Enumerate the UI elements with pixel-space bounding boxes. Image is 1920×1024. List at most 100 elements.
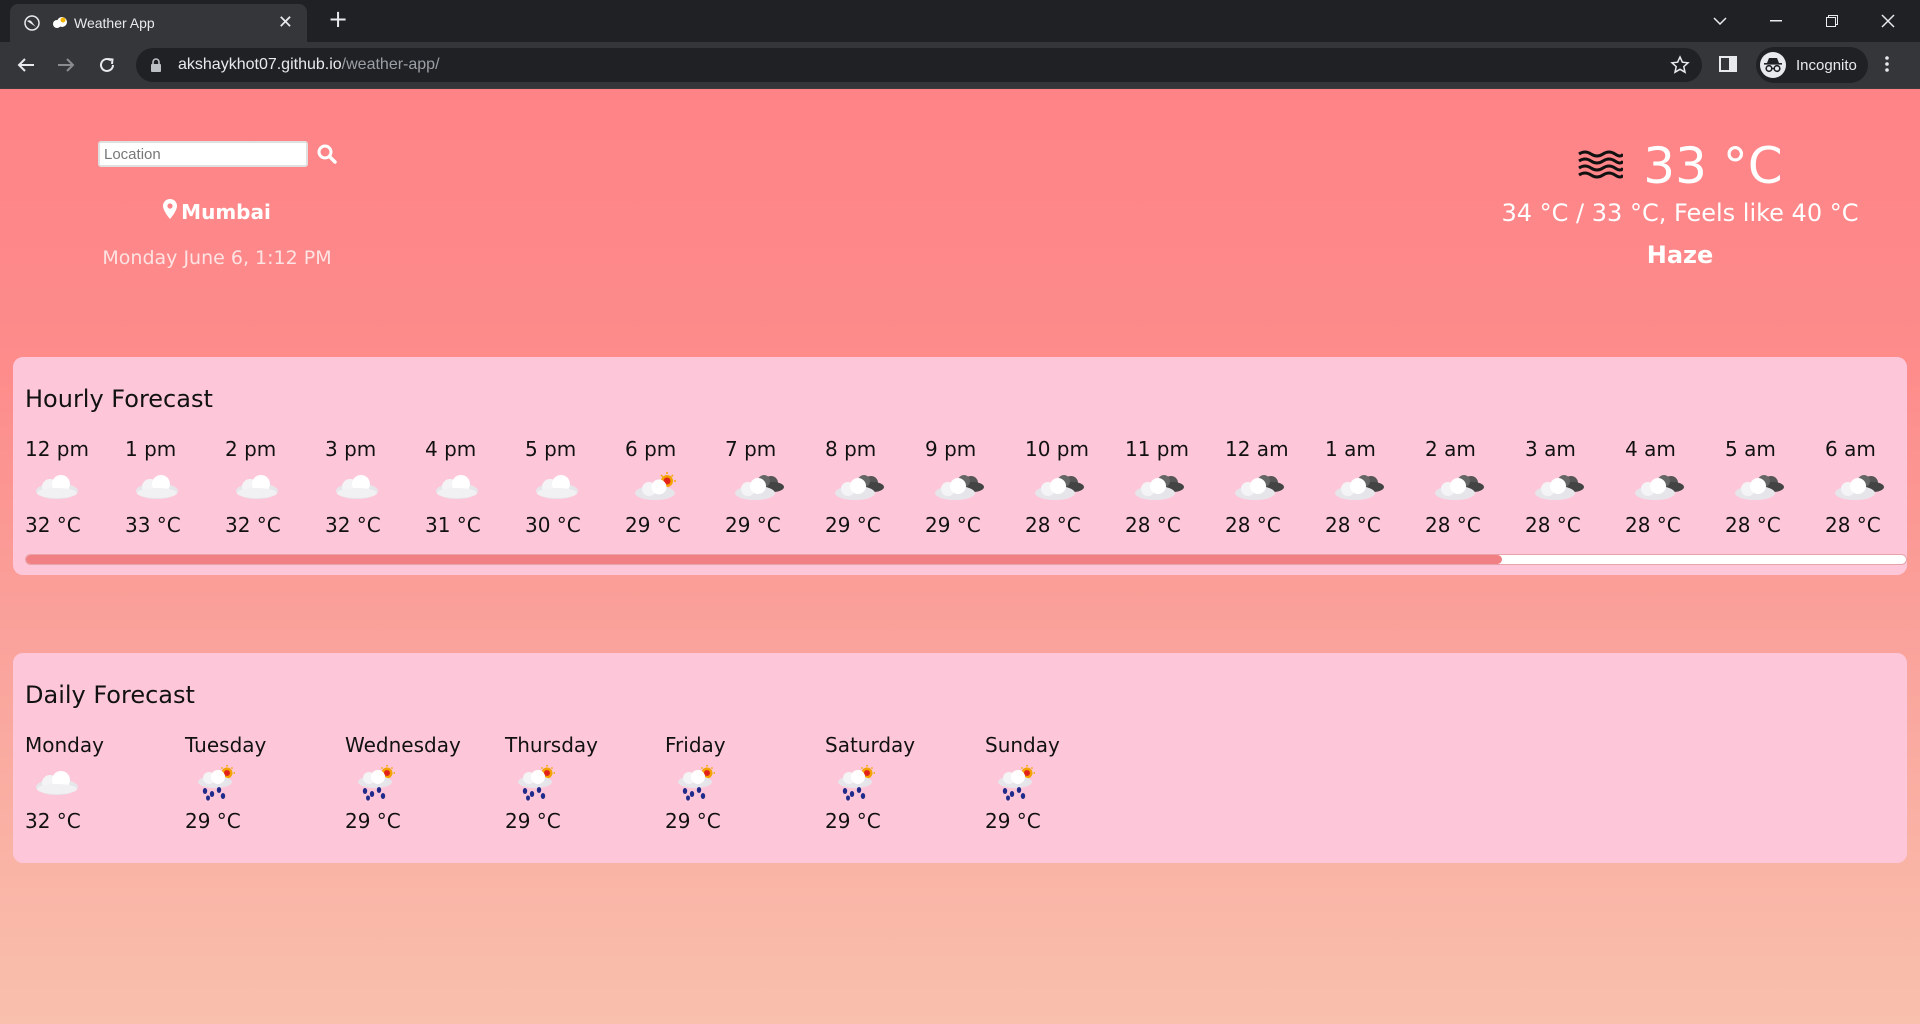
hourly-item: 2 am 28 °C bbox=[1425, 437, 1525, 537]
hourly-item-label: 11 pm bbox=[1125, 437, 1189, 461]
hourly-item-temperature: 29 °C bbox=[725, 513, 781, 537]
bookmark-star-icon[interactable] bbox=[1670, 55, 1690, 79]
back-arrow-icon[interactable] bbox=[14, 53, 38, 77]
hourly-forecast-title: Hourly Forecast bbox=[25, 385, 213, 413]
incognito-profile-button[interactable]: Incognito bbox=[1756, 47, 1868, 83]
daily-item-label: Thursday bbox=[505, 733, 598, 757]
hourly-item-label: 1 pm bbox=[125, 437, 177, 461]
rain-sun-icon bbox=[353, 757, 505, 809]
hourly-item: 4 am 28 °C bbox=[1625, 437, 1725, 537]
hourly-item-label: 12 am bbox=[1225, 437, 1289, 461]
cloud-icon bbox=[333, 461, 425, 513]
scrollbar-thumb[interactable] bbox=[26, 555, 1502, 564]
globe-icon bbox=[24, 15, 40, 31]
hourly-item-label: 5 pm bbox=[525, 437, 577, 461]
daily-forecast-panel: Daily Forecast Monday 32 °C Tuesday 29 °C We… bbox=[13, 653, 1907, 863]
hourly-item-label: 4 am bbox=[1625, 437, 1676, 461]
daily-item-label: Tuesday bbox=[185, 733, 267, 757]
reload-icon[interactable] bbox=[95, 53, 119, 77]
restore-button[interactable] bbox=[1804, 0, 1860, 42]
url-text: akshaykhot07.github.io/weather-app/ bbox=[178, 56, 440, 73]
hourly-scrollbar[interactable] bbox=[25, 554, 1907, 565]
daily-item: Monday 32 °C bbox=[25, 733, 185, 833]
minimize-button[interactable] bbox=[1748, 0, 1804, 42]
hourly-item: 8 pm 29 °C bbox=[825, 437, 925, 537]
dark-cloud-icon bbox=[1533, 461, 1625, 513]
hourly-item-temperature: 28 °C bbox=[1425, 513, 1481, 537]
hourly-item: 7 pm 29 °C bbox=[725, 437, 825, 537]
dark-cloud-icon bbox=[733, 461, 825, 513]
cloud-icon bbox=[533, 461, 625, 513]
hourly-item-temperature: 32 °C bbox=[25, 513, 81, 537]
dark-cloud-icon bbox=[1833, 461, 1920, 513]
hourly-item-temperature: 28 °C bbox=[1525, 513, 1581, 537]
hourly-item-label: 8 pm bbox=[825, 437, 877, 461]
hourly-item: 1 am 28 °C bbox=[1325, 437, 1425, 537]
hourly-item-label: 6 pm bbox=[625, 437, 677, 461]
hourly-item: 5 pm 30 °C bbox=[525, 437, 625, 537]
incognito-icon bbox=[1760, 52, 1786, 78]
dark-cloud-icon bbox=[933, 461, 1025, 513]
map-pin-icon bbox=[163, 199, 178, 224]
close-window-button[interactable] bbox=[1860, 0, 1916, 42]
daily-item: Sunday 29 °C bbox=[985, 733, 1145, 833]
dark-cloud-icon bbox=[833, 461, 925, 513]
hourly-item-temperature: 30 °C bbox=[525, 513, 581, 537]
hourly-item: 6 pm 29 °C bbox=[625, 437, 725, 537]
forward-arrow-icon[interactable] bbox=[54, 53, 78, 77]
dark-cloud-icon bbox=[1133, 461, 1225, 513]
hourly-item-label: 3 am bbox=[1525, 437, 1576, 461]
daily-item: Wednesday 29 °C bbox=[345, 733, 505, 833]
hourly-item: 12 pm 32 °C bbox=[25, 437, 125, 537]
hourly-item-temperature: 28 °C bbox=[1825, 513, 1881, 537]
hourly-item-label: 10 pm bbox=[1025, 437, 1089, 461]
rain-sun-icon bbox=[833, 757, 985, 809]
dark-cloud-icon bbox=[1233, 461, 1325, 513]
hourly-list: 12 pm 32 °C 1 pm 33 °C 2 pm 32 °C 3 pm 32 °C 4 p… bbox=[25, 437, 1920, 537]
browser-menu-icon[interactable] bbox=[1884, 54, 1890, 78]
daily-item: Tuesday 29 °C bbox=[185, 733, 345, 833]
hourly-item-temperature: 32 °C bbox=[325, 513, 381, 537]
haze-icon bbox=[1577, 148, 1625, 184]
hourly-item: 4 pm 31 °C bbox=[425, 437, 525, 537]
hourly-item: 9 pm 29 °C bbox=[925, 437, 1025, 537]
lock-icon[interactable] bbox=[150, 58, 164, 72]
tab-search-icon[interactable] bbox=[1692, 0, 1748, 42]
side-panel-icon[interactable] bbox=[1718, 54, 1738, 78]
dark-cloud-icon bbox=[1733, 461, 1825, 513]
rain-sun-icon bbox=[993, 757, 1145, 809]
new-tab-button[interactable]: + bbox=[326, 7, 350, 32]
hourly-item-label: 9 pm bbox=[925, 437, 977, 461]
tab-title: Weather App bbox=[74, 15, 155, 31]
hourly-item-label: 12 pm bbox=[25, 437, 89, 461]
daily-item-label: Sunday bbox=[985, 733, 1060, 757]
temperature-range: 34 °C / 33 °C, Feels like 40 °C bbox=[1501, 199, 1859, 227]
dark-cloud-icon bbox=[1433, 461, 1525, 513]
hourly-item-label: 7 pm bbox=[725, 437, 777, 461]
hourly-item-temperature: 32 °C bbox=[225, 513, 281, 537]
location-search-input[interactable] bbox=[98, 141, 308, 167]
browser-toolbar: akshaykhot07.github.io/weather-app/ Inco… bbox=[0, 42, 1920, 89]
hourly-forecast-panel: Hourly Forecast 12 pm 32 °C 1 pm 33 °C 2 pm 3… bbox=[13, 357, 1907, 575]
daily-item-temperature: 29 °C bbox=[505, 809, 561, 833]
hourly-item: 3 am 28 °C bbox=[1525, 437, 1625, 537]
dark-cloud-icon bbox=[1633, 461, 1725, 513]
hourly-item: 11 pm 28 °C bbox=[1125, 437, 1225, 537]
cloud-icon bbox=[133, 461, 225, 513]
cloud-icon bbox=[233, 461, 325, 513]
sun-cloud-icon bbox=[633, 461, 725, 513]
daily-item-label: Wednesday bbox=[345, 733, 461, 757]
search-icon[interactable] bbox=[316, 143, 338, 165]
hourly-item: 2 pm 32 °C bbox=[225, 437, 325, 537]
hourly-item-label: 3 pm bbox=[325, 437, 377, 461]
daily-item-temperature: 29 °C bbox=[825, 809, 881, 833]
hourly-item-temperature: 31 °C bbox=[425, 513, 481, 537]
dark-cloud-icon bbox=[1333, 461, 1425, 513]
daily-item-label: Friday bbox=[665, 733, 726, 757]
tab-close-icon[interactable]: ✕ bbox=[278, 14, 293, 32]
hourly-item: 10 pm 28 °C bbox=[1025, 437, 1125, 537]
hourly-item-temperature: 29 °C bbox=[825, 513, 881, 537]
browser-tab[interactable]: Weather App ✕ bbox=[10, 4, 307, 42]
hourly-item: 3 pm 32 °C bbox=[325, 437, 425, 537]
address-bar[interactable]: akshaykhot07.github.io/weather-app/ bbox=[136, 48, 1702, 82]
